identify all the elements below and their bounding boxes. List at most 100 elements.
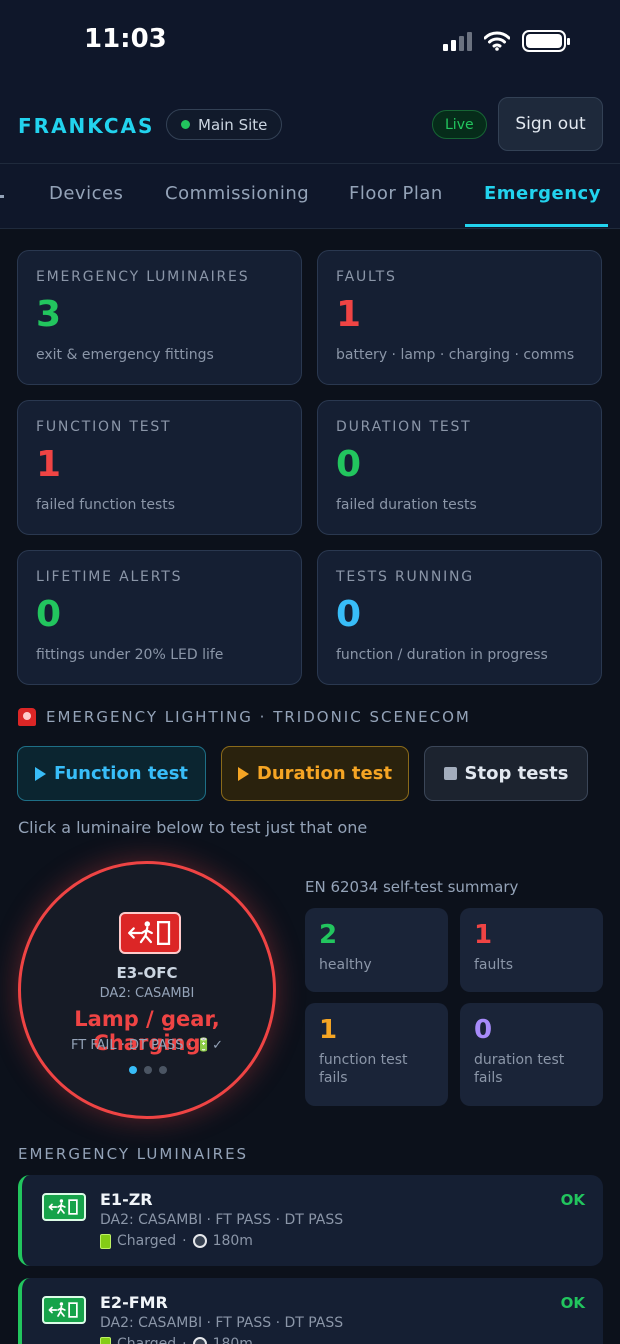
emergency-exit-icon — [42, 1296, 86, 1324]
battery-icon — [100, 1336, 111, 1344]
carousel-dot[interactable] — [144, 1066, 152, 1074]
stat-description: battery · lamp · charging · comms — [336, 347, 575, 363]
stat-label: LIFETIME ALERTS — [36, 569, 183, 585]
stat-label: DURATION TEST — [336, 419, 472, 435]
tab-floor-plan[interactable]: Floor Plan — [349, 183, 443, 204]
carousel-dots — [129, 1066, 167, 1074]
siren-icon — [18, 708, 36, 726]
stopwatch-icon — [192, 1337, 207, 1344]
function-test-button[interactable]: Function test — [17, 746, 206, 801]
brand-logo: FRANKCAS — [18, 114, 155, 138]
separator: · — [182, 1336, 187, 1344]
stat-label: EMERGENCY LUMINAIRES — [36, 269, 250, 285]
summary-healthy: 2 healthy — [305, 908, 448, 992]
function-test-label: Function test — [53, 763, 189, 784]
tab-commissioning[interactable]: Commissioning — [165, 183, 309, 204]
status-bar: 11:03 — [0, 0, 620, 86]
site-online-dot-icon — [181, 120, 190, 129]
duration-value: 180m — [212, 1233, 253, 1249]
stop-tests-button[interactable]: Stop tests — [424, 746, 588, 801]
stat-card-lifetime-alerts: LIFETIME ALERTS 0 fittings under 20% LED… — [17, 550, 302, 685]
charge-status: Charged — [117, 1336, 177, 1344]
battery-icon — [100, 1233, 111, 1249]
luminaire-list-title: EMERGENCY LUMINAIRES — [18, 1145, 249, 1163]
emergency-exit-icon — [119, 912, 181, 954]
stat-card-faults: FAULTS 1 battery · lamp · charging · com… — [317, 250, 602, 385]
carousel-dot-active[interactable] — [129, 1066, 137, 1074]
site-name: Main Site — [198, 115, 268, 134]
luminaire-sub: Charged · 180m — [100, 1233, 253, 1249]
status-badge: OK — [560, 1294, 585, 1312]
featured-luminaire[interactable]: E3-OFC DA2: CASAMBI Lamp / gear, Chargin… — [18, 861, 276, 1119]
summary-value: 1 — [319, 1015, 338, 1045]
section-title-text: EMERGENCY LIGHTING · TRIDONIC SCENECOM — [46, 708, 471, 726]
cellular-signal-icon — [443, 31, 472, 51]
summary-value: 0 — [474, 1015, 493, 1045]
tab-devices[interactable]: Devices — [49, 183, 123, 204]
emergency-section-title: EMERGENCY LIGHTING · TRIDONIC SCENECOM — [18, 708, 471, 726]
summary-value: 1 — [474, 920, 493, 950]
duration-test-button[interactable]: Duration test — [221, 746, 409, 801]
duration-value: 180m — [212, 1336, 253, 1344]
wifi-icon — [484, 31, 510, 51]
featured-luminaire-name: E3-OFC — [116, 964, 178, 982]
summary-title: EN 62034 self-test summary — [305, 878, 519, 896]
stat-value: 3 — [36, 294, 62, 335]
stat-value: 0 — [336, 594, 362, 635]
stop-icon — [443, 767, 457, 780]
stat-description: fittings under 20% LED life — [36, 647, 224, 663]
summary-function-test-fails: 1 function test fails — [305, 1003, 448, 1106]
stat-card-function-test: FUNCTION TEST 1 failed function tests — [17, 400, 302, 535]
play-icon — [34, 766, 46, 781]
stat-card-duration-test: DURATION TEST 0 failed duration tests — [317, 400, 602, 535]
separator: · — [182, 1233, 187, 1249]
summary-label: duration test fails — [474, 1052, 565, 1087]
charge-status: Charged — [117, 1233, 177, 1249]
sign-out-button[interactable]: Sign out — [498, 97, 603, 151]
stat-label: FAULTS — [336, 269, 397, 285]
battery-icon — [522, 30, 570, 52]
summary-faults: 1 faults — [460, 908, 603, 992]
featured-luminaire-bus: DA2: CASAMBI — [99, 986, 195, 1001]
carousel-dot[interactable] — [159, 1066, 167, 1074]
stat-value: 1 — [36, 444, 62, 485]
stat-description: function / duration in progress — [336, 647, 548, 663]
tab-emergency[interactable]: Emergency — [484, 183, 601, 204]
status-icons — [443, 30, 570, 52]
active-tab-indicator — [465, 224, 608, 227]
luminaire-row[interactable]: E1-ZR DA2: CASAMBI · FT PASS · DT PASS C… — [18, 1175, 603, 1266]
stat-value: 0 — [336, 444, 362, 485]
luminaire-name: E2-FMR — [100, 1293, 168, 1312]
stat-value: 1 — [336, 294, 362, 335]
app-header: FRANKCAS Main Site Live Sign out — [0, 86, 620, 164]
tab-scroll-edge — [0, 195, 4, 198]
duration-test-label: Duration test — [256, 763, 393, 784]
stat-card-tests-running: TESTS RUNNING 0 function / duration in p… — [317, 550, 602, 685]
stat-card-emergency-luminaires: EMERGENCY LUMINAIRES 3 exit & emergency … — [17, 250, 302, 385]
summary-label: faults — [474, 957, 514, 973]
luminaire-name: E1-ZR — [100, 1190, 153, 1209]
stat-value: 0 — [36, 594, 62, 635]
status-badge: OK — [560, 1191, 585, 1209]
tab-bar: Devices Commissioning Floor Plan Emergen… — [0, 164, 620, 229]
luminaire-row[interactable]: E2-FMR DA2: CASAMBI · FT PASS · DT PASS … — [18, 1278, 603, 1344]
summary-duration-test-fails: 0 duration test fails — [460, 1003, 603, 1106]
summary-label: function test fails — [319, 1052, 408, 1087]
summary-label: healthy — [319, 957, 372, 973]
luminaire-meta: DA2: CASAMBI · FT PASS · DT PASS — [100, 1212, 344, 1228]
stopwatch-icon — [192, 1234, 207, 1248]
play-icon — [237, 766, 249, 781]
stat-label: FUNCTION TEST — [36, 419, 172, 435]
stop-tests-label: Stop tests — [464, 763, 569, 784]
luminaire-meta: DA2: CASAMBI · FT PASS · DT PASS — [100, 1315, 344, 1331]
status-time: 11:03 — [84, 24, 167, 54]
hint-text: Click a luminaire below to test just tha… — [18, 818, 368, 837]
stat-label: TESTS RUNNING — [336, 569, 474, 585]
stat-description: failed function tests — [36, 497, 176, 513]
stat-description: exit & emergency fittings — [36, 347, 214, 363]
emergency-exit-icon — [42, 1193, 86, 1221]
luminaire-sub: Charged · 180m — [100, 1336, 253, 1344]
site-selector[interactable]: Main Site — [166, 109, 283, 140]
summary-value: 2 — [319, 920, 338, 950]
stat-description: failed duration tests — [336, 497, 477, 513]
